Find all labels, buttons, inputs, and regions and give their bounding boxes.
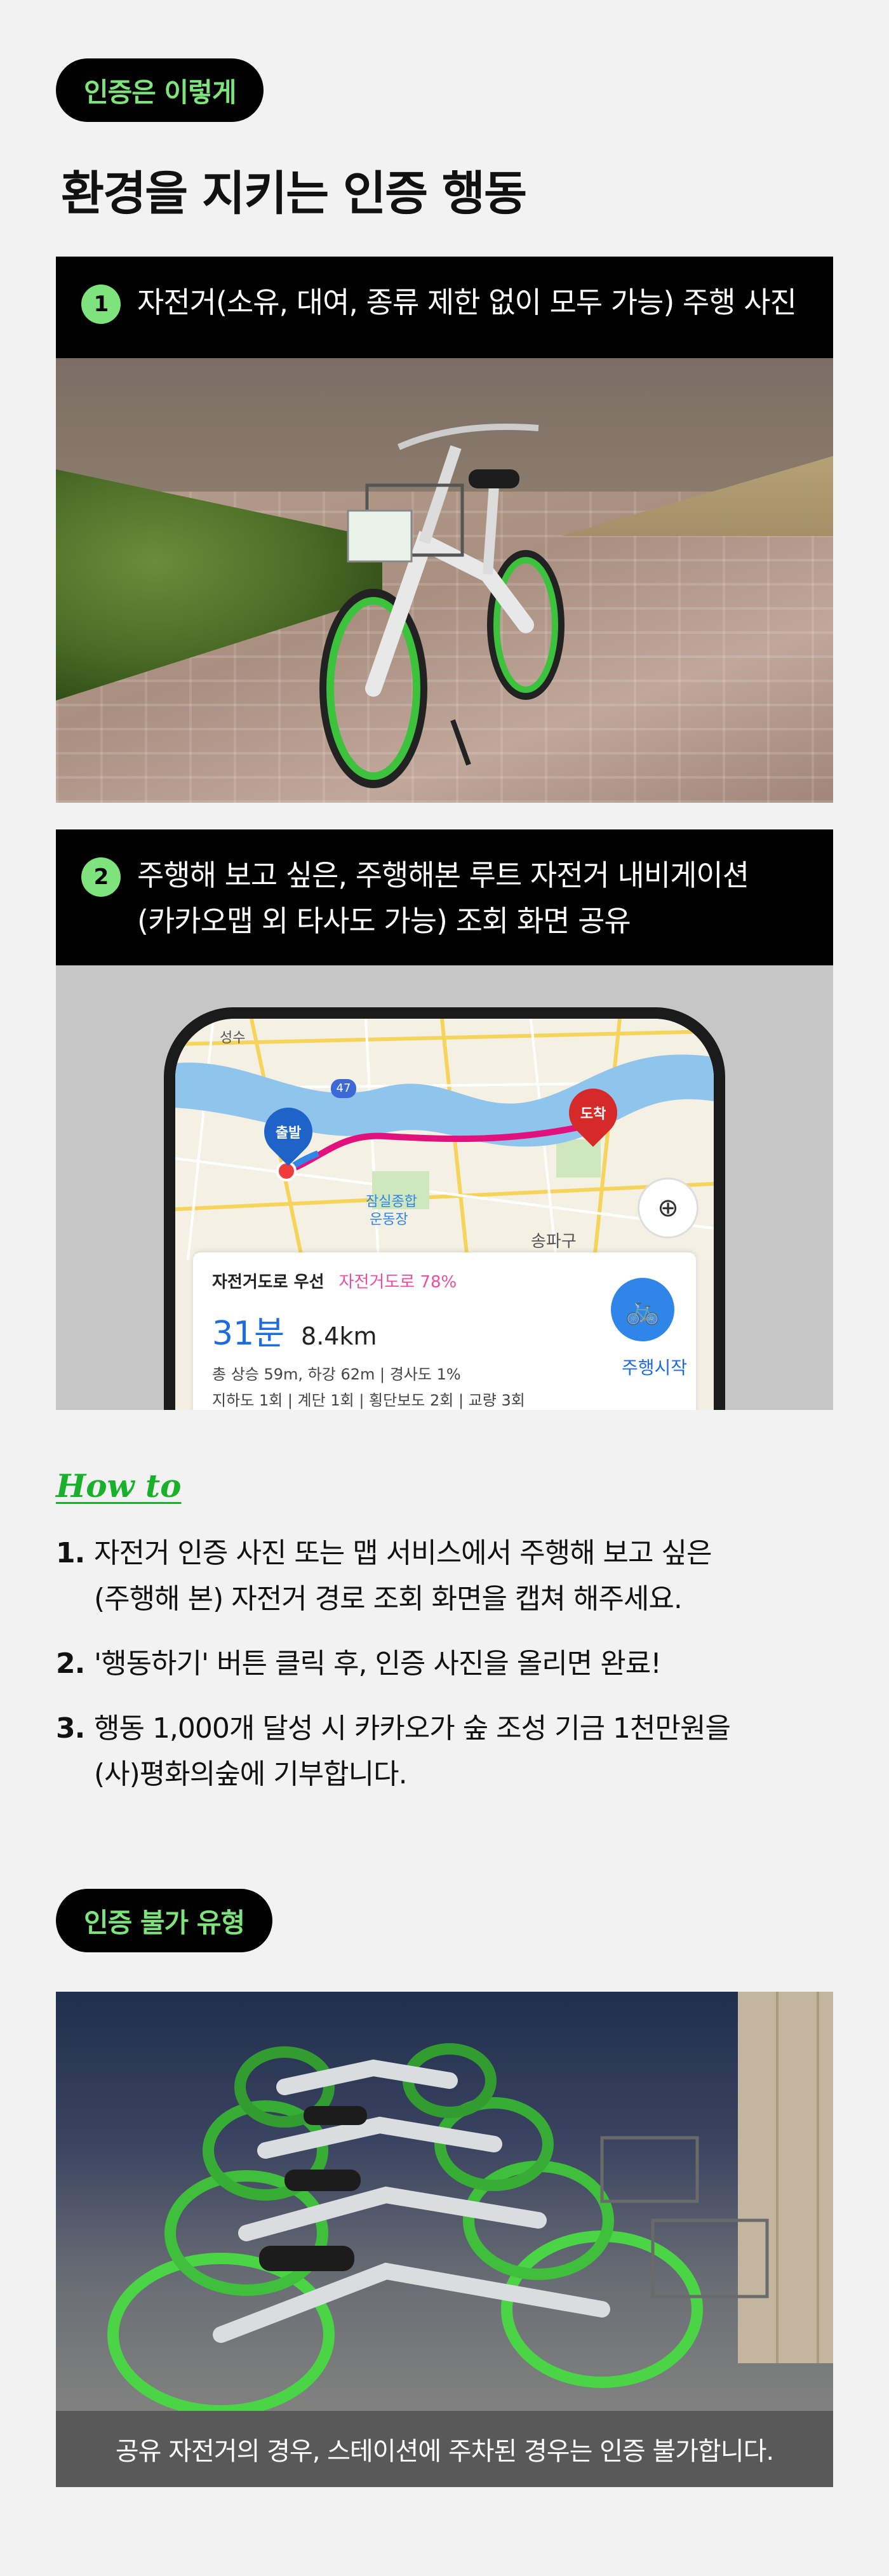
step2-number: 2 [81, 857, 121, 897]
page-title: 환경을 지키는 인증 행동 [61, 166, 527, 221]
badge-verify-label: 인증은 이렇게 [84, 76, 236, 108]
start-ride-button[interactable]: 주행시작 [622, 1354, 687, 1379]
shared-bikes-photo: 공유 자전거의 경우, 스테이션에 주차된 경우는 인증 불가합니다. [56, 1992, 833, 2487]
bicycle-illustration [319, 424, 565, 788]
route-elevation-info: 총 상승 59m, 하강 62m | 경사도 1% [212, 1365, 461, 1383]
route-obstacle-info: 지하도 1회 | 계단 1회 | 횡단보도 2회 | 교량 3회 [212, 1392, 525, 1409]
start-marker-label: 출발 [275, 1125, 302, 1142]
step2-line1: 주행해 보고 싶은, 주행해본 루트 자전거 내비게이션 [137, 858, 749, 892]
place-seongsu: 성수 [220, 1030, 246, 1046]
route-summary-panel: 자전거도로 우선 자전거도로 78% 31분 8.4km 총 상승 59m, 하… [193, 1252, 696, 1410]
map-base [175, 1019, 714, 1260]
bicycle-icon[interactable]: 🚲 [611, 1278, 674, 1341]
step2-line2: (카카오맵 외 타사도 가능) 조회 화면 공유 [137, 904, 631, 938]
list-item: 2. '행동하기' 버튼 클릭 후, 인증 사진을 올리면 완료! [56, 1641, 837, 1687]
road-number-badge: 47 [331, 1079, 356, 1098]
howto-item-1-line2: (주행해 본) 자전거 경로 조회 화면을 캡쳐 해주세요. [94, 1583, 683, 1615]
locate-icon[interactable]: ⊕ [638, 1177, 698, 1238]
howto-item-1-line1: 자전거 인증 사진 또는 맵 서비스에서 주행해 보고 싶은 [94, 1537, 712, 1569]
howto-item-2-number: 2. [56, 1647, 85, 1680]
end-marker-label: 도착 [580, 1106, 606, 1123]
list-item: 1. 자전거 인증 사진 또는 맵 서비스에서 주행해 보고 싶은 (주행해 본… [56, 1531, 837, 1622]
map-screen: 성수 47 잠실종합 운동장 송파구 출발 도착 ⊕ 자전거도로 우선 자전거도… [175, 1019, 714, 1410]
step1-card: 1 자전거(소유, 대여, 종류 제한 없이 모두 가능) 주행 사진 [56, 257, 833, 803]
step1-number: 1 [81, 285, 121, 324]
badge-invalid-label: 인증 불가 유형 [84, 1907, 245, 1938]
howto-list: 1. 자전거 인증 사진 또는 맵 서비스에서 주행해 보고 싶은 (주행해 본… [56, 1531, 837, 1816]
badge-invalid: 인증 불가 유형 [56, 1889, 273, 1952]
step2-header: 2 주행해 보고 싶은, 주행해본 루트 자전거 내비게이션 (카카오맵 외 타… [56, 829, 833, 965]
step1-header: 1 자전거(소유, 대여, 종류 제한 없이 모두 가능) 주행 사진 [56, 257, 833, 358]
route-time: 31분 [212, 1315, 285, 1353]
howto-title: How to [56, 1467, 182, 1505]
howto-item-3-number: 3. [56, 1712, 85, 1745]
howto-item-2-line1: '행동하기' 버튼 클릭 후, 인증 사진을 올리면 완료! [94, 1647, 662, 1680]
invalid-caption: 공유 자전거의 경우, 스테이션에 주차된 경우는 인증 불가합니다. [56, 2411, 833, 2487]
step2-card: 2 주행해 보고 싶은, 주행해본 루트 자전거 내비게이션 (카카오맵 외 타… [56, 829, 833, 1410]
howto-item-1-number: 1. [56, 1537, 85, 1569]
phone-frame: 성수 47 잠실종합 운동장 송파구 출발 도착 ⊕ 자전거도로 우선 자전거도… [164, 1007, 725, 1410]
place-songpa: 송파구 [531, 1232, 577, 1251]
route-distance: 8.4km [301, 1322, 377, 1350]
howto-item-3-line2: (사)평화의숲에 기부합니다. [94, 1758, 408, 1790]
badge-verify: 인증은 이렇게 [56, 58, 264, 122]
shared-bikes-illustration [107, 2043, 769, 2417]
howto-item-3-line1: 행동 1,000개 달성 시 카카오가 숲 조성 기금 1천만원을 [94, 1712, 731, 1745]
place-jamsil-2: 운동장 [370, 1212, 408, 1228]
bike-ride-photo [56, 358, 833, 803]
list-item: 3. 행동 1,000개 달성 시 카카오가 숲 조성 기금 1천만원을 (사)… [56, 1706, 837, 1797]
map-screenshot: 성수 47 잠실종합 운동장 송파구 출발 도착 ⊕ 자전거도로 우선 자전거도… [56, 965, 833, 1410]
route-preference: 자전거도로 우선 [212, 1273, 324, 1292]
step1-text: 자전거(소유, 대여, 종류 제한 없이 모두 가능) 주행 사진 [137, 285, 797, 319]
route-bike-percent: 자전거도로 78% [338, 1273, 457, 1292]
